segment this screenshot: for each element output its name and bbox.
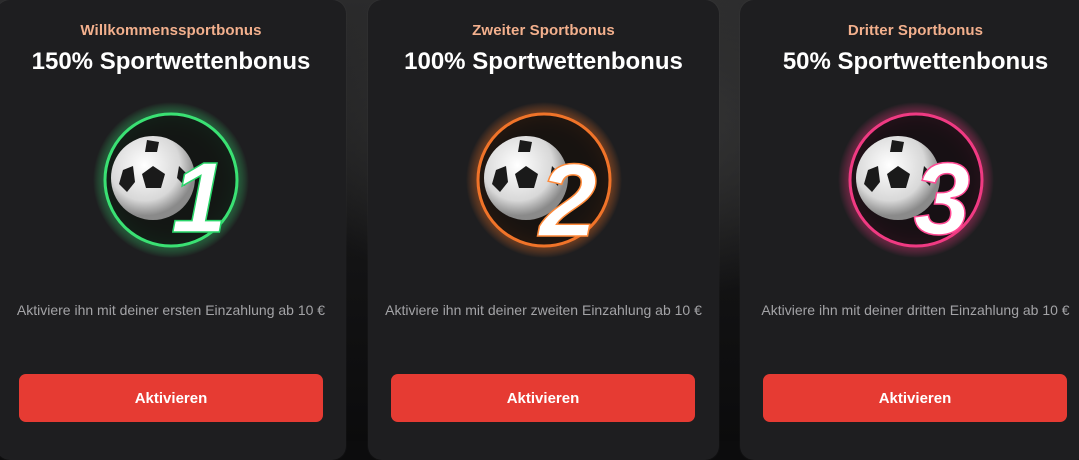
card-description: Aktiviere ihn mit deiner ersten Einzahlu… [16, 302, 326, 318]
card-subtitle: Zweiter Sportbonus [472, 22, 615, 39]
activate-button[interactable]: Aktivieren [19, 374, 323, 422]
bonus-card-welcome: Willkommenssportbonus 150% Sportwettenbo… [0, 0, 346, 460]
card-subtitle: Willkommenssportbonus [80, 22, 262, 39]
card-title: 150% Sportwettenbonus [31, 48, 311, 75]
soccer-ball-number-1-icon: 1 [91, 100, 251, 260]
card-subtitle: Dritter Sportbonus [847, 22, 984, 39]
card-description: Aktiviere ihn mit deiner zweiten Einzahl… [385, 302, 702, 318]
card-description: Aktiviere ihn mit deiner dritten Einzahl… [761, 302, 1070, 318]
card-title: 100% Sportwettenbonus [404, 48, 683, 75]
card-title: 50% Sportwettenbonus [782, 48, 1049, 75]
bonus-number: 2 [537, 143, 597, 259]
soccer-ball-number-2-icon: 2 [464, 100, 624, 260]
bonus-card-second: Zweiter Sportbonus 100% Sportwettenbonus [368, 0, 719, 460]
bonus-number: 3 [913, 142, 970, 256]
activate-button[interactable]: Aktivieren [763, 374, 1067, 422]
soccer-ball-number-3-icon: 3 [836, 100, 996, 260]
bonus-number: 1 [171, 142, 227, 254]
activate-button[interactable]: Aktivieren [391, 374, 695, 422]
bonus-card-third: Dritter Sportbonus 50% Sportwettenbonus [740, 0, 1079, 460]
